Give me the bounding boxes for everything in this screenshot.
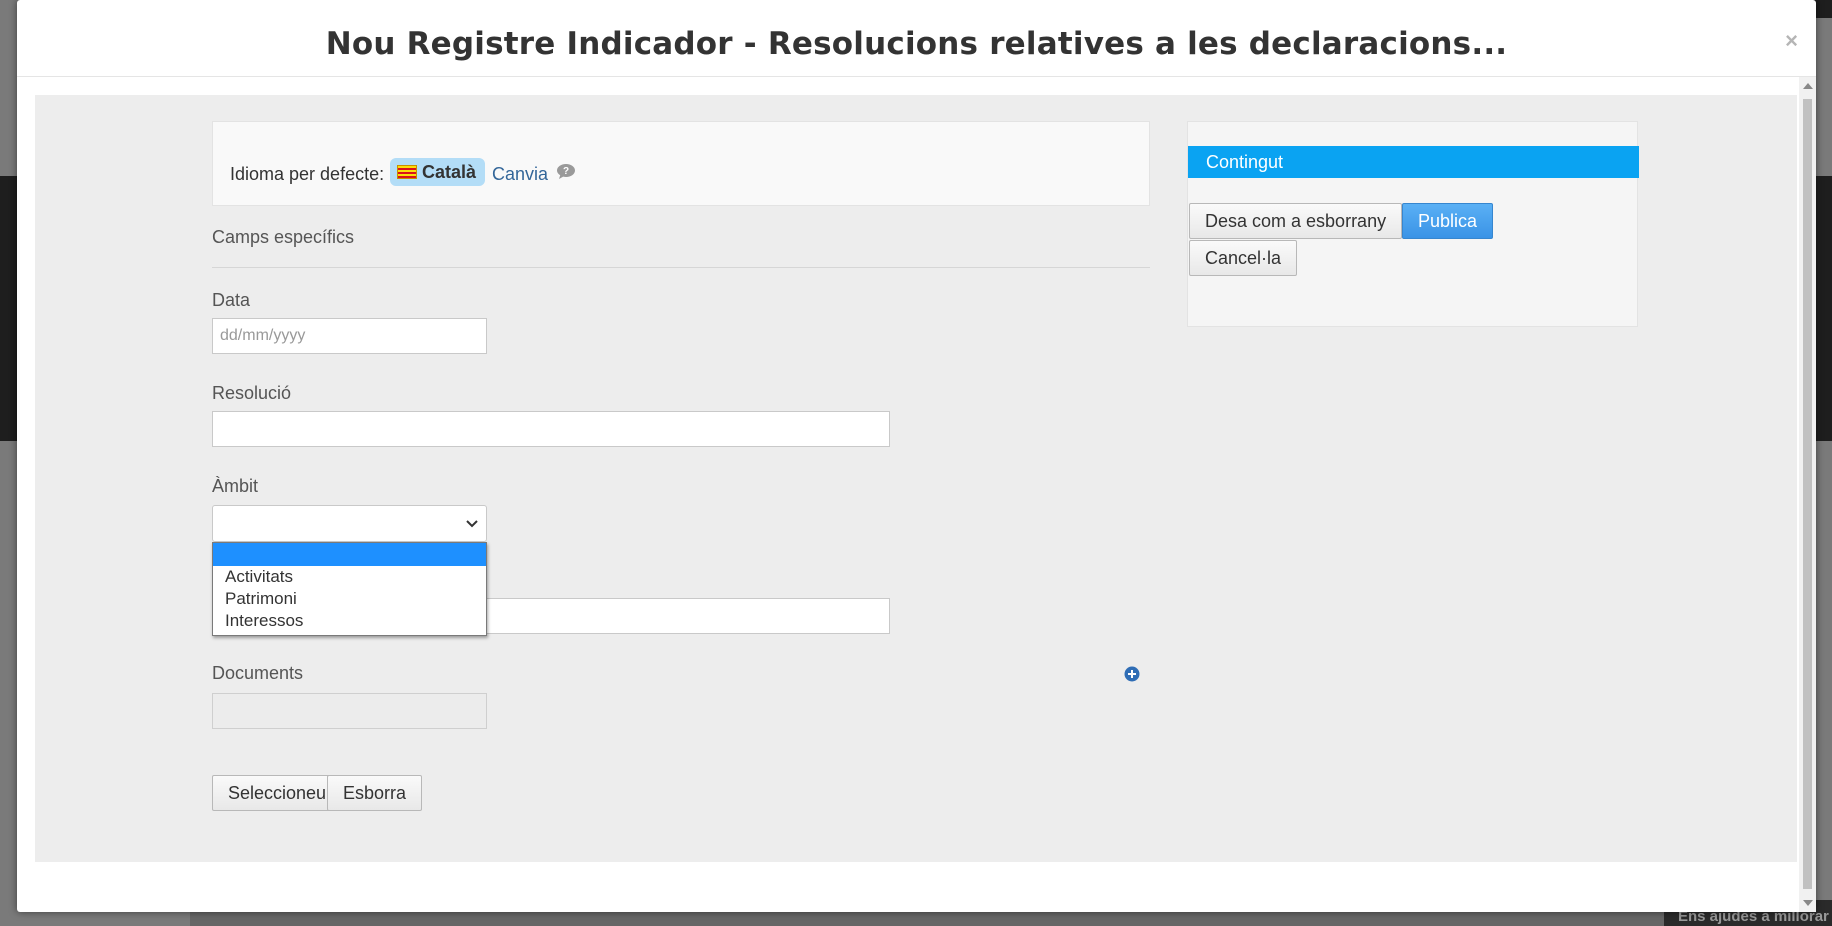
modal-title: Nou Registre Indicador - Resolucions rel… <box>325 26 1508 62</box>
scope-label: Àmbit <box>212 476 259 496</box>
svg-text:?: ? <box>563 166 569 177</box>
default-language-label: Idioma per defecte: <box>230 164 385 184</box>
new-record-modal: Nou Registre Indicador - Resolucions rel… <box>17 0 1816 912</box>
date-label: Data <box>212 290 251 310</box>
resolution-label: Resolució <box>212 383 292 403</box>
documents-input <box>212 693 487 729</box>
section-divider <box>212 267 1150 268</box>
scope-option-activitats[interactable]: Activitats <box>213 566 486 588</box>
resolution-input[interactable] <box>212 411 890 447</box>
publish-button[interactable]: Publica <box>1402 203 1494 239</box>
catalan-flag-icon <box>397 165 417 179</box>
chevron-down-icon <box>466 520 478 528</box>
content-panel-title: Contingut <box>1188 146 1639 178</box>
cancel-button[interactable]: Cancel·la <box>1189 240 1298 276</box>
documents-label: Documents <box>212 663 304 683</box>
modal-header: Nou Registre Indicador - Resolucions rel… <box>17 0 1816 77</box>
section-title: Camps específics <box>212 227 355 247</box>
scope-options-list[interactable]: Activitats Patrimoni Interessos <box>212 542 487 636</box>
scope-select[interactable] <box>212 505 487 542</box>
current-language-name: Català <box>422 161 477 182</box>
default-language-box: Idioma per defecte: Català Canvia ? <box>212 121 1150 206</box>
change-language-link[interactable]: Canvia <box>492 164 548 185</box>
date-input[interactable] <box>212 318 487 354</box>
modal-scrollbar[interactable] <box>1799 77 1816 912</box>
select-document-button[interactable]: Seleccioneu <box>212 775 343 811</box>
scope-option-interessos[interactable]: Interessos <box>213 610 486 632</box>
scroll-up-icon[interactable] <box>1803 83 1813 89</box>
scroll-down-icon[interactable] <box>1803 900 1813 906</box>
add-circle-icon[interactable] <box>1124 666 1140 682</box>
save-draft-button[interactable]: Desa com a esborrany <box>1189 203 1403 239</box>
scope-option-empty[interactable] <box>213 543 486 566</box>
current-language-badge: Català <box>390 158 486 186</box>
scrollbar-thumb[interactable] <box>1803 99 1812 889</box>
delete-document-button[interactable]: Esborra <box>327 775 423 811</box>
close-icon[interactable]: × <box>1785 28 1798 54</box>
help-icon[interactable]: ? <box>556 163 576 180</box>
backdrop-page-edge <box>190 910 1680 926</box>
scope-option-patrimoni[interactable]: Patrimoni <box>213 588 486 610</box>
